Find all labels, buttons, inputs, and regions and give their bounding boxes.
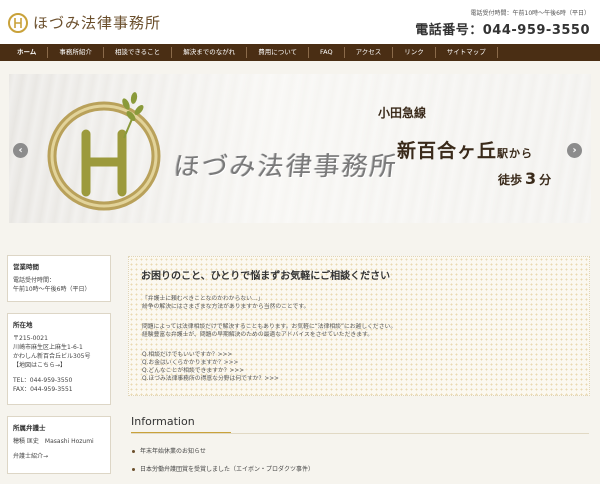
- sidebar: 営業時間 電話受付時間： 午前10時～午後6時（平日） 所在地 〒215-002…: [0, 246, 118, 484]
- lawyer-box: 所属弁護士 穂積 匡史 Masashi Hozumi 弁護士紹介→: [7, 416, 111, 474]
- faq-link-cost[interactable]: Q.お金はいくらかかりますか？>>>: [142, 359, 279, 367]
- hero-sign-text: ほづみ法律事務所: [172, 152, 400, 182]
- nav-item-sitemap[interactable]: サイトマップ: [434, 47, 498, 58]
- news-item[interactable]: 日本労働弁護団賞を受賞しました（エイボン・プロダクツ事件）: [132, 464, 314, 473]
- lawyer-name: 穂積 匡史 Masashi Hozumi: [13, 438, 94, 445]
- hours-title: 営業時間: [13, 263, 39, 271]
- para-2-line-2: 経験豊富な弁護士が、問題の早期解決のための最適なアドバイスをさせていただきます。: [142, 332, 374, 338]
- hero-walk-suffix: 分: [539, 173, 552, 187]
- site-logo[interactable]: ほづみ法律事務所: [8, 12, 161, 33]
- faq-link-specialty[interactable]: Q.ほづみ法律事務所の得意な分野は何ですか？>>>: [142, 375, 279, 383]
- para-2-line-1: 問題によっては法律相談だけで解決することもあります。お気軽に“法律相談”にお越し…: [142, 324, 397, 330]
- logo-text: ほづみ法律事務所: [33, 14, 162, 32]
- logo-emblem-icon: [8, 12, 28, 33]
- information-underline: [131, 432, 231, 433]
- tel-number: 電話番号：044-959-3550: [415, 23, 590, 38]
- hero-line-3: 徒歩 3 分: [498, 169, 551, 188]
- information-divider: [131, 433, 589, 434]
- news-item-text: 日本労働弁護団賞を受賞しました（エイボン・プロダクツ事件）: [140, 466, 315, 473]
- faq-links: Q.相談だけでもいいですか？>>> Q.お金はいくらかかりますか？>>> Q.ど…: [142, 351, 279, 383]
- address-zip: 〒215-0021: [13, 335, 48, 342]
- para-1-line-2: 紛争の解決にはさまざまな方法がありますから当然のことです。: [142, 304, 310, 310]
- tel-hours: 電話受付時間：午前10時～午後6時（平日）: [470, 10, 590, 17]
- hero-station: 新百合ヶ丘: [397, 140, 498, 162]
- lawyer-intro-link[interactable]: 弁護士紹介→: [13, 452, 105, 461]
- address-title: 所在地: [13, 321, 33, 329]
- nav-item-links[interactable]: リンク: [392, 47, 435, 58]
- slider-prev-icon[interactable]: ‹: [13, 143, 28, 158]
- main-content: お困りのこと、ひとりで悩まずお気軽にご相談ください 「弁護士に頼むべきことなのか…: [118, 246, 600, 484]
- address-building: かわしん新百合丘ビル305号: [13, 353, 91, 360]
- news-item-text: 年末年始休業のお知らせ: [140, 448, 206, 455]
- global-nav: ホーム 事務所紹介 相談できること 解決までのながれ 費用について FAQ アク…: [0, 44, 600, 61]
- faq-link-consult-only[interactable]: Q.相談だけでもいいですか？>>>: [142, 351, 279, 359]
- consultation-box: お困りのこと、ひとりで悩まずお気軽にご相談ください 「弁護士に頼むべきことなのか…: [128, 256, 590, 396]
- para-1-line-1: 「弁護士に頼むべきことなのかわからない…」: [142, 296, 264, 302]
- hero-walk-minutes: 3: [525, 169, 537, 188]
- address-box: 所在地 〒215-0021 川崎市麻生区上麻生1-6-1 かわしん新百合丘ビル3…: [7, 313, 111, 405]
- nav-item-services[interactable]: 相談できること: [102, 47, 171, 58]
- hero-logo-emblem-icon: [47, 92, 161, 211]
- hero-line-1: 小田急線: [378, 106, 427, 120]
- header-contact: 電話受付時間：午前10時～午後6時（平日） 電話番号：044-959-3550: [415, 8, 590, 38]
- hero-line-2: 新百合ヶ丘駅から: [397, 136, 533, 163]
- hero-station-suffix: 駅から: [497, 147, 534, 160]
- address-street: 川崎市麻生区上麻生1-6-1: [13, 344, 83, 351]
- nav-item-home[interactable]: ホーム: [6, 47, 47, 58]
- hours-line-2: 午前10時～午後6時（平日）: [13, 286, 91, 293]
- hero-slide: ほづみ法律事務所 小田急線 新百合ヶ丘駅から 徒歩 3 分: [9, 74, 591, 223]
- lawyer-title: 所属弁護士: [13, 424, 46, 432]
- hours-line-1: 電話受付時間：: [13, 277, 56, 284]
- bullet-icon: [132, 468, 135, 471]
- bullet-icon: [132, 450, 135, 453]
- nav-item-access[interactable]: アクセス: [343, 47, 393, 58]
- nav-item-office[interactable]: 事務所紹介: [47, 47, 103, 58]
- address-tel: TEL：044-959-3550: [13, 377, 73, 384]
- news-item[interactable]: 年末年始休業のお知らせ: [132, 446, 206, 455]
- nav-item-fees[interactable]: 費用について: [246, 47, 308, 58]
- nav-item-process[interactable]: 解決までのながれ: [171, 47, 246, 58]
- faq-link-topics[interactable]: Q.どんなことが相談できますか？>>>: [142, 367, 279, 375]
- address-fax: FAX：044-959-3551: [13, 386, 73, 393]
- slider-next-icon[interactable]: ›: [567, 143, 582, 158]
- map-link[interactable]: 【地図はこちら→】: [13, 361, 105, 370]
- hero-walk-prefix: 徒歩: [498, 173, 523, 187]
- site-header: ほづみ法律事務所 電話受付時間：午前10時～午後6時（平日） 電話番号：044-…: [0, 0, 600, 44]
- consultation-para-1: 「弁護士に頼むべきことなのかわからない…」 紛争の解決にはさまざまな方法がありま…: [142, 295, 309, 311]
- hours-box: 営業時間 電話受付時間： 午前10時～午後6時（平日）: [7, 255, 111, 302]
- hero-slider: ほづみ法律事務所 小田急線 新百合ヶ丘駅から 徒歩 3 分: [0, 61, 600, 298]
- nav-item-faq[interactable]: FAQ: [308, 47, 344, 58]
- information-title: Information: [131, 415, 195, 428]
- consultation-para-2: 問題によっては法律相談だけで解決することもあります。お気軽に“法律相談”にお越し…: [142, 323, 396, 339]
- consultation-heading: お困りのこと、ひとりで悩まずお気軽にご相談ください: [141, 271, 391, 282]
